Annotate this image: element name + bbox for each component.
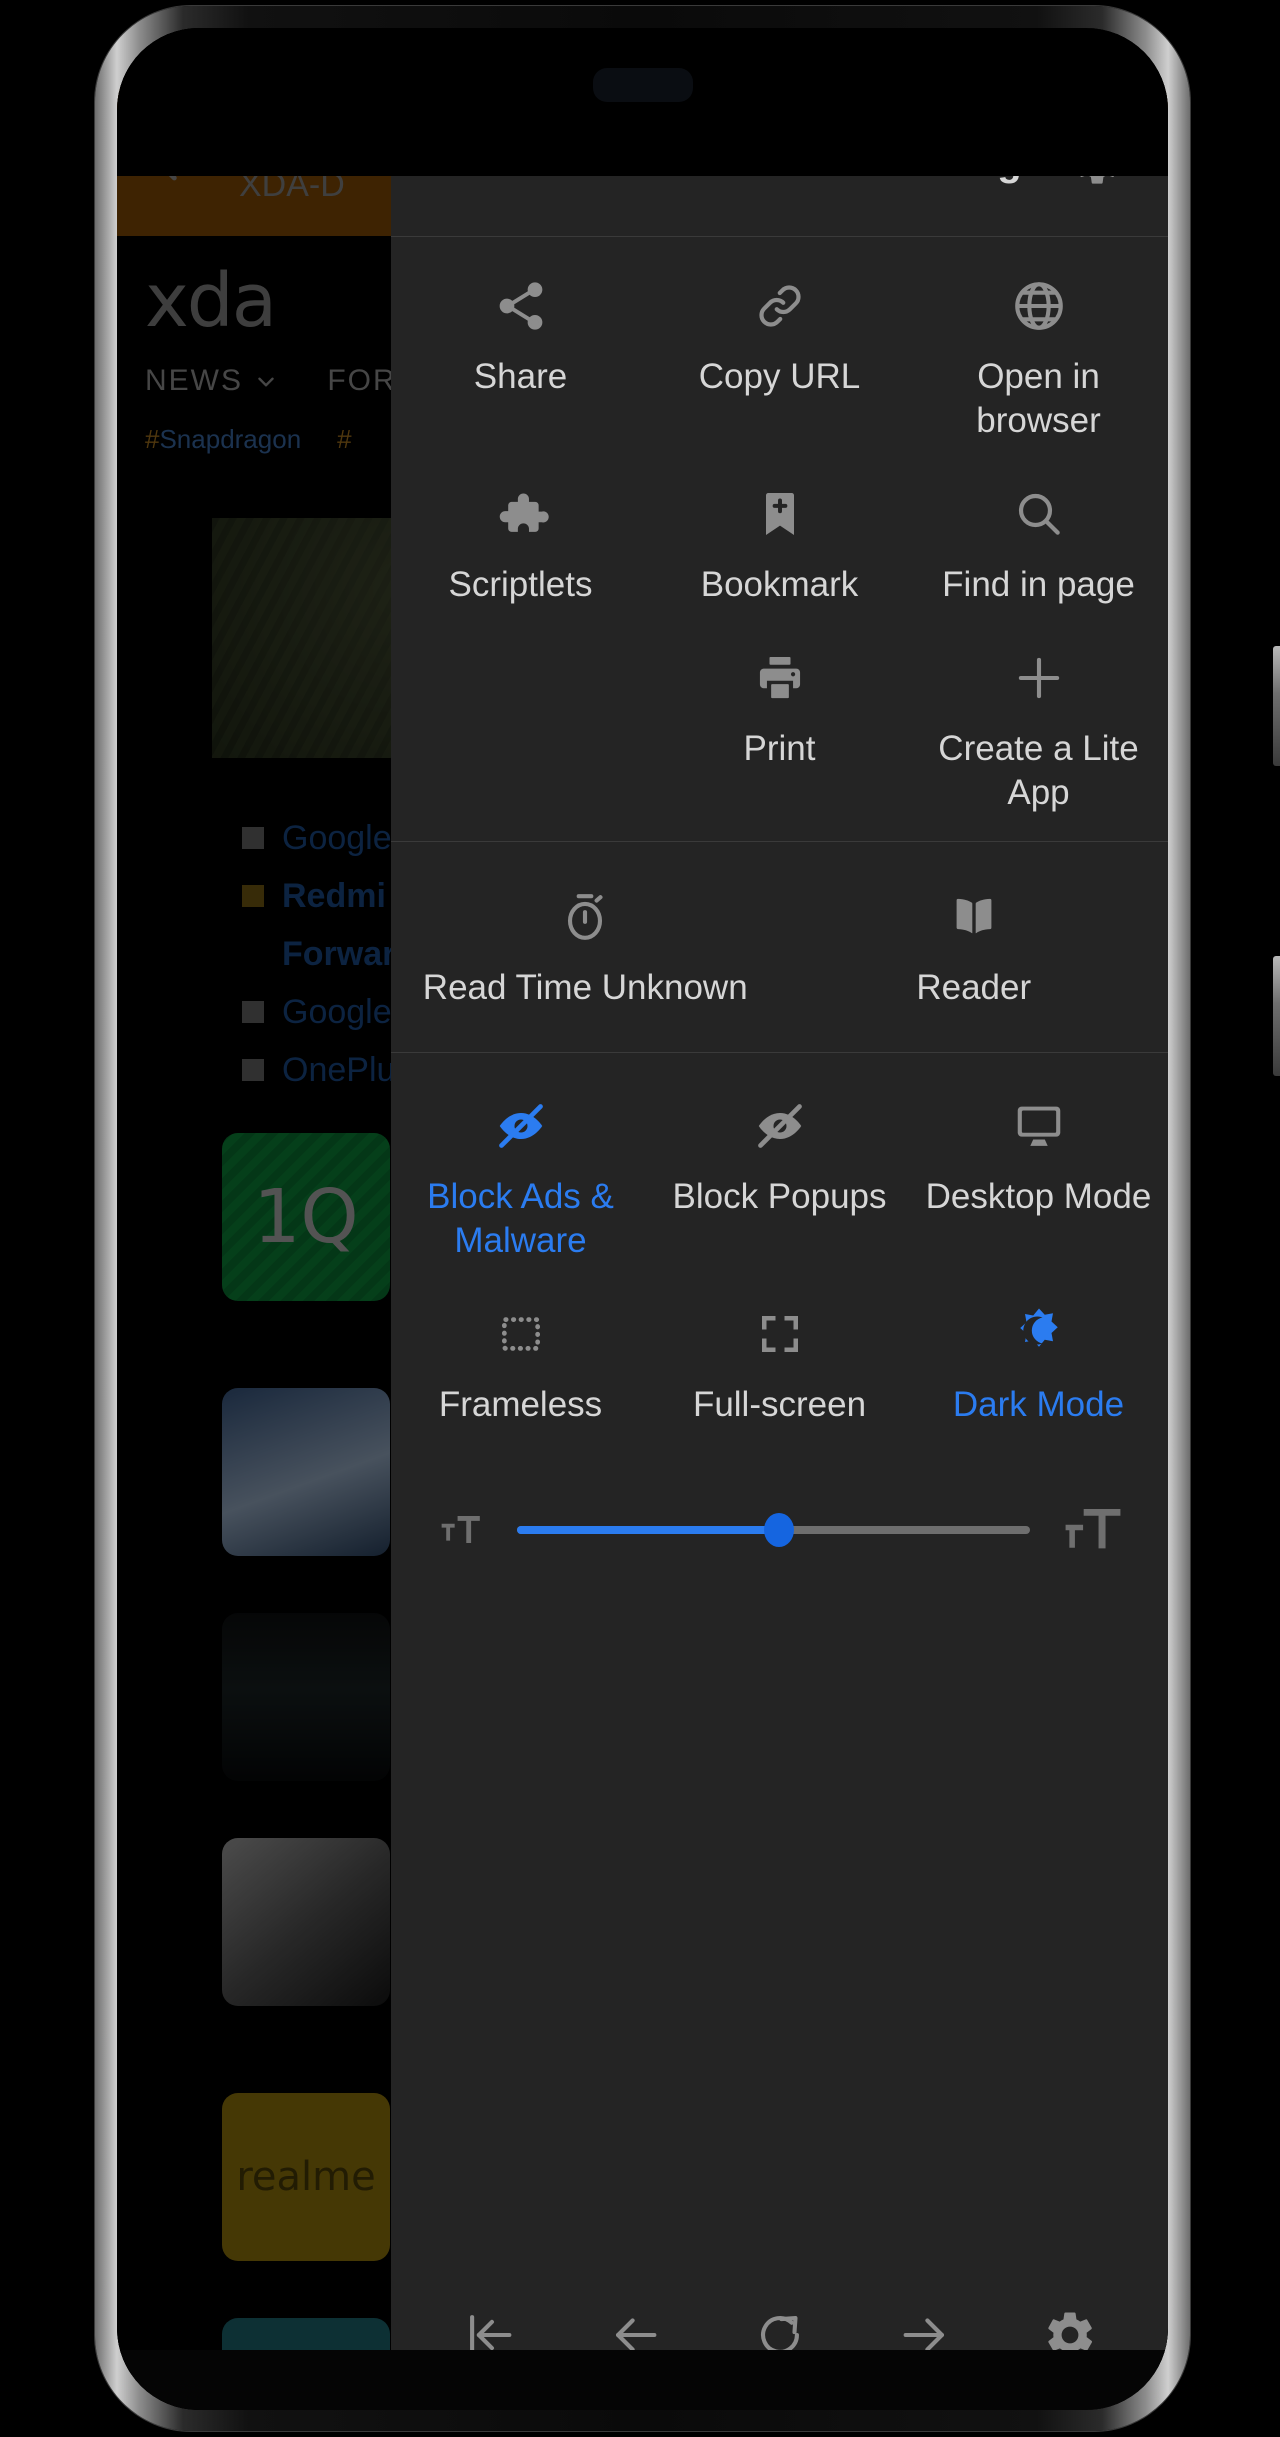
- menu-item-find-in-page[interactable]: Find in page: [909, 459, 1168, 623]
- eye-off-icon: [750, 1095, 810, 1157]
- search-icon: [1011, 483, 1067, 545]
- text-small-icon[interactable]: [431, 1501, 489, 1559]
- font-size-slider-thumb[interactable]: [763, 1513, 794, 1547]
- eye-off-icon: [491, 1095, 551, 1157]
- puzzle-icon: [492, 483, 550, 545]
- menu-item-label: Find in page: [942, 565, 1135, 604]
- menu-item-block-popups[interactable]: Block Popups: [650, 1071, 909, 1279]
- menu-item-full-screen[interactable]: Full-screen: [650, 1279, 909, 1443]
- font-size-slider-row[interactable]: [391, 1459, 1168, 1595]
- menu-item-frameless[interactable]: Frameless: [391, 1279, 650, 1443]
- menu-item-copy-url[interactable]: Copy URL: [650, 251, 909, 459]
- moon-icon: [1009, 1303, 1069, 1365]
- menu-item-dark-mode[interactable]: Dark Mode: [909, 1279, 1168, 1443]
- menu-item-bookmark[interactable]: Bookmark: [650, 459, 909, 623]
- phone-volume-up-button[interactable]: [1273, 646, 1280, 766]
- menu-item-label: Share: [473, 357, 568, 396]
- monitor-icon: [1010, 1095, 1068, 1157]
- plus-icon: [1010, 647, 1068, 709]
- menu-item-label: Copy URL: [698, 357, 861, 396]
- menu-item-label: Create a Lite App: [938, 729, 1139, 812]
- menu-item-open-in-browser[interactable]: Open in browser: [909, 251, 1168, 459]
- font-size-slider-fill: [517, 1526, 779, 1534]
- book-icon: [945, 886, 1003, 948]
- menu-item-label: Scriptlets: [448, 565, 593, 604]
- dashed-box-icon: [494, 1303, 548, 1365]
- status-bar-bezel: [117, 28, 1168, 176]
- panel-spacer: [391, 1595, 1168, 2270]
- menu-item-label: Open in browser: [976, 357, 1101, 440]
- link-icon: [752, 275, 808, 337]
- menu-item-label: Block Ads & Malware: [427, 1177, 614, 1260]
- menu-item-label: Reader: [916, 968, 1032, 1007]
- menu-item-label: Desktop Mode: [925, 1177, 1152, 1216]
- phone-inner-bezel: XDA D XDA-D xda NEWS FORUM #Snapdragon #…: [117, 28, 1168, 2410]
- phone-volume-down-button[interactable]: [1273, 956, 1280, 1076]
- menu-item-scriptlets[interactable]: Scriptlets: [391, 459, 650, 623]
- menu-item-create-lite-app[interactable]: Create a Lite App: [909, 623, 1168, 831]
- menu-item-read-time[interactable]: Read Time Unknown: [391, 868, 780, 1026]
- printer-icon: [752, 647, 808, 709]
- menu-item-share[interactable]: Share: [391, 251, 650, 459]
- globe-icon: [1010, 275, 1068, 337]
- menu-item-print[interactable]: Print: [650, 623, 909, 831]
- menu-item-label: Read Time Unknown: [422, 968, 748, 1007]
- text-large-icon[interactable]: [1058, 1495, 1128, 1565]
- phone-screen: XDA D XDA-D xda NEWS FORUM #Snapdragon #…: [117, 28, 1168, 2410]
- share-icon: [493, 275, 549, 337]
- camera-punch-hole: [592, 68, 693, 102]
- menu-item-label: Print: [743, 729, 816, 768]
- fullscreen-icon: [753, 1303, 807, 1365]
- menu-item-reader[interactable]: Reader: [780, 868, 1169, 1026]
- menu-item-label: Block Popups: [672, 1177, 887, 1216]
- menu-item-label: Frameless: [438, 1385, 603, 1424]
- bookmark-add-icon: [752, 483, 808, 545]
- menu-item-desktop-mode[interactable]: Desktop Mode: [909, 1071, 1168, 1279]
- more-settings-panel: More Settings Share: [391, 28, 1168, 2410]
- menu-item-block-ads[interactable]: Block Ads & Malware: [391, 1071, 650, 1279]
- panel-section-toggles: Block Ads & Malware Block Popups Desktop…: [391, 1053, 1168, 1459]
- panel-section-reading: Read Time Unknown Reader: [391, 842, 1168, 1052]
- font-size-slider-track[interactable]: [517, 1513, 1030, 1547]
- panel-section-actions: Share Copy URL Open in browser Scriptlet…: [391, 237, 1168, 841]
- bottom-bezel: [117, 2350, 1168, 2410]
- menu-item-label: Full-screen: [692, 1385, 867, 1424]
- stopwatch-icon: [556, 886, 614, 948]
- menu-item-label: Dark Mode: [952, 1385, 1125, 1424]
- menu-item-label: Bookmark: [700, 565, 859, 604]
